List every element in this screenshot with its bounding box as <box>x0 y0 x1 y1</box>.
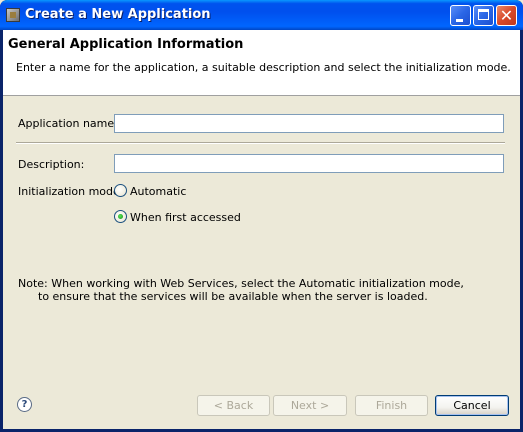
note-line-1: Note: When working with Web Services, se… <box>18 277 464 290</box>
page-title: General Application Information <box>8 37 244 52</box>
init-mode-label: Initialization mode: <box>18 185 124 198</box>
page-description: Enter a name for the application, a suit… <box>16 61 511 74</box>
maximize-icon <box>478 9 489 20</box>
back-button[interactable]: < Back <box>197 395 270 416</box>
dialog-body: General Application Information Enter a … <box>3 30 520 429</box>
radio-automatic-label[interactable]: Automatic <box>130 185 186 198</box>
radio-when-first-accessed-label[interactable]: When first accessed <box>130 211 241 224</box>
close-icon: ✕ <box>499 6 514 25</box>
app-name-label: Application name: <box>18 117 118 130</box>
minimize-button[interactable] <box>450 5 471 26</box>
window-title: Create a New Application <box>25 7 211 22</box>
maximize-button[interactable] <box>473 5 494 26</box>
radio-when-first-accessed[interactable] <box>114 210 127 223</box>
dialog-window: Create a New Application ✕ General Appli… <box>0 0 523 432</box>
description-label: Description: <box>18 158 85 171</box>
app-icon <box>6 8 20 22</box>
minimize-icon <box>456 19 463 22</box>
radio-automatic[interactable] <box>114 184 127 197</box>
note-text: Note: When working with Web Services, se… <box>18 277 464 303</box>
finish-button[interactable]: Finish <box>355 395 428 416</box>
radio-selected-dot <box>118 214 123 219</box>
app-name-input[interactable] <box>114 114 504 133</box>
close-button[interactable]: ✕ <box>496 5 517 26</box>
wizard-header: General Application Information Enter a … <box>3 30 520 96</box>
note-line-2: to ensure that the services will be avai… <box>38 290 428 303</box>
description-input[interactable] <box>114 154 504 173</box>
separator <box>16 142 505 144</box>
help-icon[interactable]: ? <box>17 397 32 412</box>
next-button[interactable]: Next > <box>273 395 347 416</box>
cancel-button[interactable]: Cancel <box>435 395 509 416</box>
title-bar[interactable]: Create a New Application ✕ <box>0 0 523 30</box>
